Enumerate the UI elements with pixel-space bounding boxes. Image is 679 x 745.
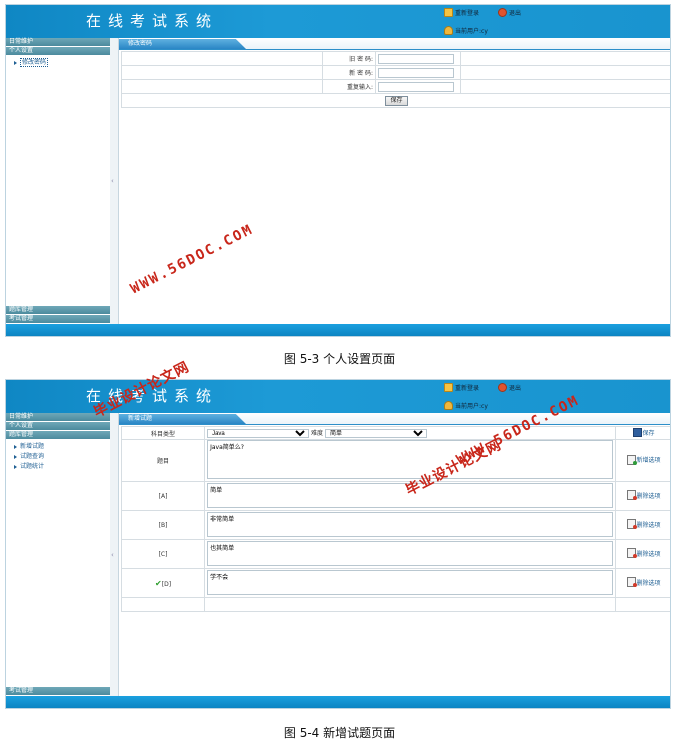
sidebar-item-question-stats[interactable]: 试题统计 <box>6 462 110 472</box>
sidebar-splitter[interactable]: ‹ <box>110 38 119 324</box>
menu-head-question-bank[interactable]: 题库管理 <box>6 306 110 315</box>
sidebar-bottom-heads: 题库管理 考试管理 <box>6 306 110 324</box>
password-form: 旧 密 码: 新 密 码: 重复输入: 保存 <box>121 51 670 108</box>
delete-option-icon <box>626 548 637 558</box>
sidebar-item-add-question[interactable]: 新增试题 <box>6 442 110 452</box>
delete-option-icon <box>626 577 637 587</box>
collapse-icon[interactable]: ‹ <box>111 551 114 559</box>
figure-caption-1: 图 5-3 个人设置页面 <box>283 352 396 366</box>
relogin-label: 重新登录 <box>455 385 480 392</box>
user-icon <box>444 401 453 410</box>
main-panel: 新增试题 科目类型 Java 难度 简单 保存 题目 Java简单么? 新增选项… <box>119 413 670 696</box>
difficulty-select[interactable]: 简单 <box>324 429 427 438</box>
tab-bar: 修改密码 <box>119 38 670 50</box>
sidebar-menu: 日常维护 个人设置 修改密码 题库管理 考试管理 <box>6 38 111 324</box>
option-d-label: [D] <box>161 580 172 588</box>
relogin-link[interactable]: 重新登录 <box>444 383 479 392</box>
old-password-input[interactable] <box>378 53 454 64</box>
collapse-icon[interactable]: ‹ <box>111 177 114 185</box>
option-c-textarea[interactable]: 也其简单 <box>207 540 614 566</box>
sidebar-menu: 日常维护 个人设置 题库管理 新增试题 试题查询 试题统计 考试管理 <box>6 413 111 696</box>
delete-option-icon <box>626 519 637 529</box>
logout-label: 退出 <box>509 10 522 17</box>
figure-caption-2: 图 5-4 新增试题页面 <box>283 726 396 740</box>
option-a-label: [A] <box>120 481 206 511</box>
tab-bar: 新增试题 <box>119 413 670 425</box>
relogin-label: 重新登录 <box>455 10 480 17</box>
delete-option-d-link[interactable]: 删除选项 <box>626 577 661 587</box>
current-user: 当前用户:cy <box>444 401 488 410</box>
app-title: 在线考试系统 <box>86 387 219 405</box>
save-disk-icon <box>632 427 642 437</box>
add-option-label: 新增选项 <box>636 457 661 464</box>
option-d-textarea[interactable]: 学不会 <box>207 569 614 595</box>
question-form: 科目类型 Java 难度 简单 保存 题目 Java简单么? 新增选项 [A] … <box>120 426 670 612</box>
tab-add-question[interactable]: 新增试题 <box>119 414 246 424</box>
new-password-input[interactable] <box>378 67 454 78</box>
logout-link[interactable]: 退出 <box>498 383 521 392</box>
difficulty-label: 难度 <box>311 430 324 437</box>
relogin-link[interactable]: 重新登录 <box>444 8 479 17</box>
header-banner: 在线考试系统 重新登录 退出 当前用户:cy <box>6 380 670 414</box>
menu-head-personal[interactable]: 个人设置 <box>6 422 110 431</box>
user-icon <box>444 26 453 35</box>
personal-settings-screenshot: 在线考试系统 重新登录 退出 当前用户:cy 日常维护 个人设置 修改密码 题库… <box>5 4 671 337</box>
sidebar-item-change-password[interactable]: 修改密码 <box>6 58 110 68</box>
question-textarea[interactable]: Java简单么? <box>207 440 614 479</box>
save-link[interactable]: 保存 <box>632 427 655 437</box>
add-option-icon <box>626 454 637 465</box>
delete-option-icon <box>626 490 637 500</box>
menu-head-personal[interactable]: 个人设置 <box>6 47 110 56</box>
footer-bar <box>6 696 670 708</box>
sidebar-bottom-heads: 考试管理 <box>6 687 110 696</box>
new-password-label: 新 密 码: <box>322 65 376 80</box>
app-title: 在线考试系统 <box>86 12 219 30</box>
delete-option-a-link[interactable]: 删除选项 <box>626 490 661 500</box>
logout-label: 退出 <box>509 385 522 392</box>
add-option-link[interactable]: 新增选项 <box>626 454 661 465</box>
sidebar-item-query-question[interactable]: 试题查询 <box>6 452 110 462</box>
main-panel: 修改密码 旧 密 码: 新 密 码: 重复输入: 保存 <box>119 38 670 324</box>
current-user-label: 当前用户:cy <box>455 403 488 410</box>
menu-head-exam[interactable]: 考试管理 <box>6 315 110 324</box>
footer-bar <box>6 324 670 336</box>
header-banner: 在线考试系统 重新登录 退出 当前用户:cy <box>6 5 670 39</box>
relogin-icon <box>444 8 453 17</box>
logout-link[interactable]: 退出 <box>498 8 521 17</box>
option-a-textarea[interactable]: 简单 <box>207 482 614 508</box>
menu-head-daily[interactable]: 日常维护 <box>6 413 110 422</box>
logout-icon <box>498 8 507 17</box>
correct-answer-check-icon: ✔ <box>155 578 162 588</box>
repeat-password-label: 重复输入: <box>322 79 376 94</box>
save-link-label: 保存 <box>642 429 655 437</box>
question-label: 题目 <box>120 439 206 482</box>
save-button[interactable]: 保存 <box>385 95 408 106</box>
logout-icon <box>498 383 507 392</box>
personal-submenu: 修改密码 <box>6 58 110 68</box>
option-c-label: [C] <box>120 539 206 569</box>
question-bank-submenu: 新增试题 试题查询 试题统计 <box>6 442 110 472</box>
subject-select[interactable]: Java <box>207 429 310 438</box>
option-b-label: [B] <box>120 510 206 540</box>
menu-head-question-bank[interactable]: 题库管理 <box>6 431 110 440</box>
delete-option-c-link[interactable]: 删除选项 <box>626 548 661 558</box>
subject-label: 科目类型 <box>120 426 206 440</box>
add-question-screenshot: 在线考试系统 重新登录 退出 当前用户:cy 日常维护 个人设置 题库管理 新增… <box>5 379 671 709</box>
current-user: 当前用户:cy <box>444 26 488 35</box>
sidebar-splitter[interactable]: ‹ <box>110 413 119 696</box>
delete-option-b-link[interactable]: 删除选项 <box>626 519 661 529</box>
old-password-label: 旧 密 码: <box>322 51 376 66</box>
option-b-textarea[interactable]: 非常简单 <box>207 511 614 537</box>
repeat-password-input[interactable] <box>378 81 454 92</box>
current-user-label: 当前用户:cy <box>455 28 488 35</box>
menu-head-exam[interactable]: 考试管理 <box>6 687 110 696</box>
relogin-icon <box>444 383 453 392</box>
tab-change-password[interactable]: 修改密码 <box>119 39 246 49</box>
menu-head-daily[interactable]: 日常维护 <box>6 38 110 47</box>
